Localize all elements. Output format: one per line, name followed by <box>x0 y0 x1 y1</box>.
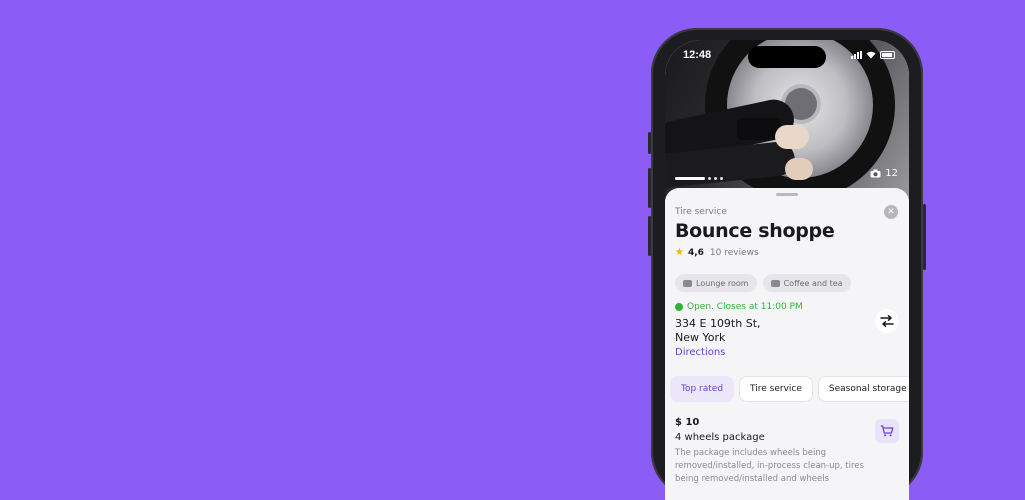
open-status-text: Open. Closes at 11:00 PM <box>687 302 803 312</box>
cart-icon <box>880 425 894 437</box>
status-time: 12:48 <box>683 49 712 61</box>
signal-icon <box>851 51 862 59</box>
power-button <box>923 204 926 270</box>
open-status-icon <box>675 303 683 311</box>
phone-screen: 12 12:48 ✕ Tire service Bounce shoppe ★ … <box>665 40 909 500</box>
photo-count-label: 12 <box>885 168 898 179</box>
volume-up-button <box>648 168 651 208</box>
battery-icon <box>880 51 895 59</box>
carousel-dot <box>708 177 711 180</box>
mechanic-hand-image <box>785 158 813 180</box>
address-line-1: 334 E 109th St, <box>675 317 761 330</box>
package-price: $ 10 <box>675 417 700 428</box>
phone-frame: 12 12:48 ✕ Tire service Bounce shoppe ★ … <box>648 28 926 500</box>
add-to-cart-button[interactable] <box>875 419 899 443</box>
address-line-2: New York <box>675 331 726 344</box>
star-icon: ★ <box>675 247 684 258</box>
volume-down-button <box>648 216 651 256</box>
coffee-icon <box>770 279 780 287</box>
shop-detail-sheet: ✕ Tire service Bounce shoppe ★ 4,6 10 re… <box>665 188 909 500</box>
amenity-chip: Lounge room <box>675 274 757 292</box>
shop-category: Tire service <box>675 207 727 217</box>
amenity-label: Coffee and tea <box>783 278 843 288</box>
route-button[interactable] <box>875 309 899 333</box>
sheet-drag-handle[interactable] <box>776 193 798 196</box>
tab-top-rated[interactable]: Top rated <box>670 376 735 402</box>
directions-link[interactable]: Directions <box>675 347 725 358</box>
amenity-label: Lounge room <box>696 278 749 288</box>
route-icon <box>880 315 894 327</box>
status-icons <box>851 51 895 59</box>
shop-title: Bounce shoppe <box>675 220 835 242</box>
package-description: The package includes wheels being remove… <box>675 448 864 484</box>
rating-row[interactable]: ★ 4,6 10 reviews <box>675 247 759 258</box>
reviews-count[interactable]: 10 reviews <box>710 248 759 258</box>
mechanic-hand-image <box>775 125 809 149</box>
close-button[interactable]: ✕ <box>884 205 898 219</box>
service-tabs: Top rated Tire service Seasonal storage <box>670 376 909 402</box>
carousel-indicator[interactable] <box>675 177 723 180</box>
carousel-dot <box>720 177 723 180</box>
rating-value: 4,6 <box>687 247 704 258</box>
carousel-dot <box>714 177 717 180</box>
tab-tire-service[interactable]: Tire service <box>739 376 813 402</box>
dynamic-island <box>748 46 826 68</box>
package-name: 4 wheels package <box>675 432 765 443</box>
camera-icon <box>870 169 881 178</box>
sofa-icon <box>683 279 692 287</box>
mute-switch <box>648 132 651 154</box>
amenity-chip: Coffee and tea <box>762 274 851 292</box>
carousel-dot-active <box>675 177 705 180</box>
wifi-icon <box>866 51 876 59</box>
photo-count-badge[interactable]: 12 <box>870 168 898 179</box>
address: 334 E 109th St, New York <box>675 317 825 345</box>
amenities-list: Lounge room Coffee and tea <box>675 274 851 292</box>
tab-seasonal-storage[interactable]: Seasonal storage <box>817 376 909 402</box>
close-icon: ✕ <box>887 207 895 217</box>
open-status: Open. Closes at 11:00 PM <box>675 302 803 312</box>
